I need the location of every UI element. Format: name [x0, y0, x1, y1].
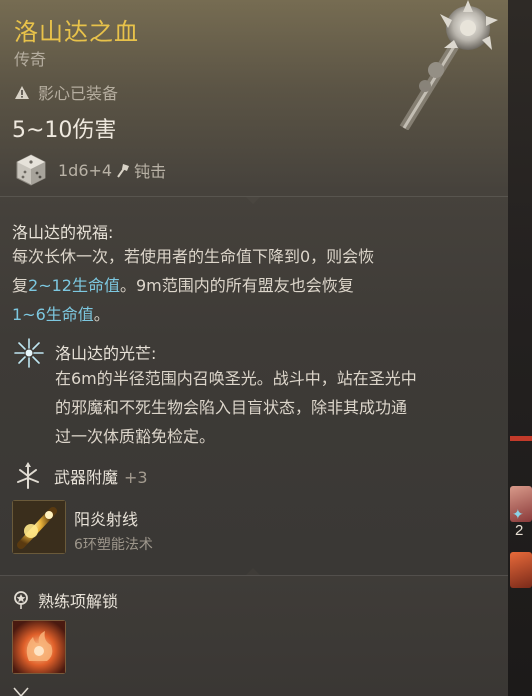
radiance-title: 洛山达的光芒:	[55, 344, 157, 363]
divider	[0, 575, 510, 576]
radiance-description: 在6m的半径范围内召唤圣光。战斗中，站在圣光中 的邪魔和不死生物会陷入目盲状态，…	[55, 364, 500, 451]
enchant-label: 武器附魔	[54, 468, 119, 487]
side-panel	[508, 0, 532, 696]
item-title: 洛山达之血	[14, 18, 139, 46]
spell-name: 阳炎射线	[74, 510, 139, 529]
divider-notch	[246, 197, 260, 204]
mace-icon	[399, 0, 498, 130]
proficiency-row: 熟练项解锁	[12, 588, 118, 612]
proficiency-skill-icon	[13, 621, 65, 673]
blessing-line: 复2~12生命值。9m范围内的所有盟友也会恢复	[12, 271, 492, 300]
divider-notch	[246, 568, 260, 575]
damage-type: 钝击	[134, 162, 167, 181]
side-count: 2	[515, 522, 524, 539]
text: 。9m范围内的所有盟友也会恢复	[119, 276, 354, 295]
item-rarity: 传奇	[14, 50, 47, 69]
heal-value: 1~6生命值	[12, 305, 94, 324]
section-icon	[13, 687, 29, 696]
item-tooltip: 洛山达之血 传奇 影心已装备 5~10伤害 1d6+4 钝击 洛山达的祝福: 每…	[0, 0, 510, 696]
sparkle-icon: ✦	[512, 507, 524, 523]
side-portrait[interactable]	[510, 552, 532, 588]
radiance-line: 过一次体质豁免检定。	[55, 427, 216, 446]
dice-icon	[16, 154, 46, 186]
sunbeam-spell-icon	[13, 501, 65, 553]
radiance-icon	[14, 338, 44, 368]
dice-formula: 1d6+4	[58, 160, 113, 180]
text: 复	[12, 276, 29, 295]
dice-row: 1d6+4 钝击	[14, 153, 166, 187]
proficiency-icon	[14, 591, 28, 609]
text: 。	[93, 305, 110, 324]
spell-slot[interactable]	[12, 500, 66, 554]
blessing-line: 1~6生命值。	[12, 300, 492, 329]
blessing-description: 每次长休一次，若使用者的生命值下降到0，则会恢 复2~12生命值。9m范围内的所…	[12, 242, 492, 329]
blessing-title: 洛山达的祝福:	[12, 223, 114, 242]
heal-value: 2~12生命值	[28, 276, 120, 295]
enchant-row: 武器附魔 +3	[12, 460, 148, 492]
weapon-enchant-icon	[17, 462, 39, 489]
proficiency-slot[interactable]	[12, 620, 66, 674]
warning-icon	[15, 85, 29, 99]
radiance-line: 的邪魔和不死生物会陷入目盲状态，除非其成功通	[55, 398, 408, 417]
side-health-bar	[510, 436, 532, 441]
blessing-line: 每次长休一次，若使用者的生命值下降到0，则会恢	[12, 247, 375, 266]
radiance-line: 在6m的半径范围内召唤圣光。战斗中，站在圣光中	[55, 369, 417, 388]
equip-status-row: 影心已装备	[14, 80, 118, 104]
equip-status-text: 影心已装备	[38, 84, 119, 103]
blunt-weapon-icon	[117, 164, 130, 178]
spell-subtitle: 6环塑能法术	[74, 537, 153, 553]
proficiency-label: 熟练项解锁	[38, 592, 119, 611]
enchant-value: +3	[124, 468, 148, 487]
next-section-cutoff	[12, 686, 30, 696]
damage-range: 5~10伤害	[12, 118, 117, 143]
